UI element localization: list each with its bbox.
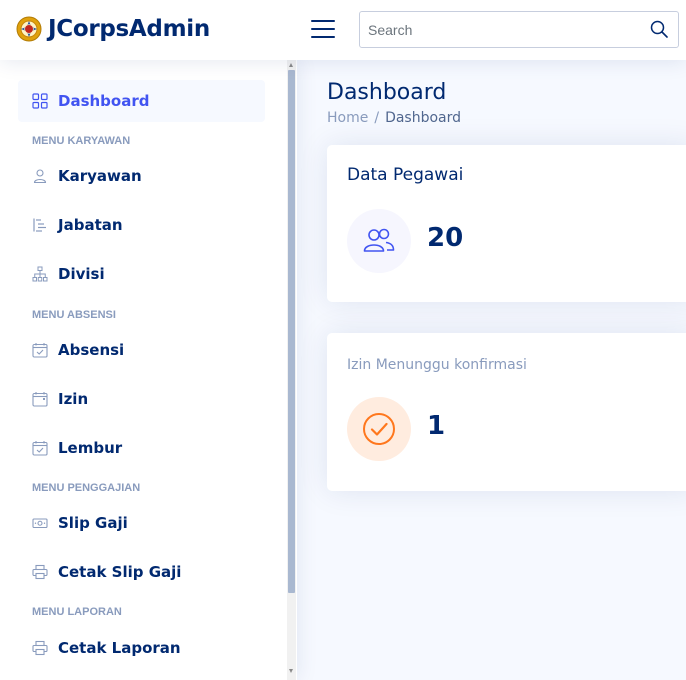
card-icon-wrap <box>347 397 411 461</box>
sidebar-item-label: Karyawan <box>58 167 142 185</box>
sidebar-item-karyawan[interactable]: Karyawan <box>18 155 265 197</box>
brand-logo[interactable]: JCorpsAdmin <box>16 14 210 44</box>
check-circle-icon <box>363 413 395 445</box>
sidebar: Dashboard MENU KARYAWAN Karyawan Jabatan… <box>0 60 297 680</box>
main-content: Dashboard Home / Dashboard Data Pegawai 20… <box>297 60 686 680</box>
breadcrumb-separator: / <box>374 110 380 126</box>
header: JCorpsAdmin <box>0 0 686 60</box>
sidebar-item-slip-gaji[interactable]: Slip Gaji <box>18 502 265 544</box>
sidebar-item-label: Jabatan <box>58 216 123 234</box>
breadcrumb: Home / Dashboard <box>327 110 461 126</box>
nav-heading-menu-absensi: MENU ABSENSI <box>32 309 116 321</box>
nav-heading-menu-karyawan: MENU KARYAWAN <box>32 135 131 147</box>
card-icon-wrap <box>347 209 411 273</box>
sidebar-item-label: Cetak Laporan <box>58 639 181 657</box>
breadcrumb-current: Dashboard <box>385 110 462 126</box>
sidebar-item-label: Absensi <box>58 341 125 359</box>
calendar-check-icon <box>32 343 48 358</box>
page-title: Dashboard <box>327 80 447 105</box>
search-input[interactable] <box>360 12 640 47</box>
nav-heading-menu-laporan: MENU LAPORAN <box>32 606 122 618</box>
org-chart-icon <box>32 266 48 282</box>
logo-emblem-icon <box>16 16 42 42</box>
breadcrumb-home-link[interactable]: Home <box>327 110 368 126</box>
calendar-icon <box>32 392 48 407</box>
sidebar-item-absensi[interactable]: Absensi <box>18 329 265 371</box>
card-value: 20 <box>427 223 464 253</box>
card-title: Izin Menunggu konfirmasi <box>347 357 527 373</box>
sidebar-item-label: Lembur <box>58 439 123 457</box>
sidebar-item-label: Slip Gaji <box>58 514 128 532</box>
brand-name: JCorpsAdmin <box>48 16 210 42</box>
printer-icon <box>32 564 48 580</box>
sidebar-item-label: Izin <box>58 390 89 408</box>
sidebar-item-izin[interactable]: Izin <box>18 378 265 420</box>
sidebar-toggle-button[interactable] <box>311 17 335 41</box>
card-data-pegawai: Data Pegawai 20 <box>327 145 686 302</box>
scroll-down-arrow-icon[interactable] <box>289 669 293 673</box>
cash-icon <box>32 518 48 529</box>
search-icon[interactable] <box>650 20 668 38</box>
card-title: Data Pegawai <box>347 165 464 185</box>
sidebar-item-cetak-slip-gaji[interactable]: Cetak Slip Gaji <box>18 551 265 593</box>
printer-icon <box>32 640 48 656</box>
sidebar-item-dashboard[interactable]: Dashboard <box>18 80 265 122</box>
sidebar-item-jabatan[interactable]: Jabatan <box>18 204 265 246</box>
sidebar-item-label: Dashboard <box>58 92 150 110</box>
scroll-up-arrow-icon[interactable] <box>289 63 293 67</box>
sidebar-item-label: Divisi <box>58 265 105 283</box>
sidebar-item-cetak-laporan[interactable]: Cetak Laporan <box>18 627 265 669</box>
sidebar-scrollbar-thumb[interactable] <box>288 70 295 593</box>
card-izin-menunggu: Izin Menunggu konfirmasi 1 <box>327 333 686 491</box>
search-bar <box>359 11 679 48</box>
hierarchy-list-icon <box>33 218 46 232</box>
grid-icon <box>32 93 48 109</box>
hamburger-menu-icon <box>311 20 335 23</box>
sidebar-item-lembur[interactable]: Lembur <box>18 427 265 469</box>
people-icon <box>363 228 395 252</box>
sidebar-item-label: Cetak Slip Gaji <box>58 563 182 581</box>
sidebar-item-divisi[interactable]: Divisi <box>18 253 265 295</box>
nav-heading-menu-penggajian: MENU PENGGAJIAN <box>32 482 141 494</box>
card-value: 1 <box>427 411 446 441</box>
calendar-check-icon <box>32 441 48 456</box>
person-icon <box>33 169 47 184</box>
